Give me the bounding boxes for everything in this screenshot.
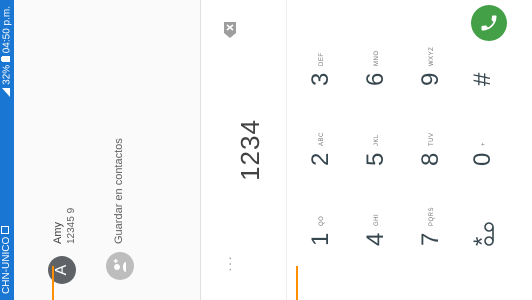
carrier-label: CHN-UNICO <box>1 236 13 294</box>
key-letters: WXYZ <box>429 46 435 66</box>
phone-icon <box>481 15 497 31</box>
key-digit: 0 <box>469 152 496 166</box>
dialpad-key[interactable]: 7 PQRS <box>411 200 451 260</box>
dialpad-key[interactable]: 4 GHI <box>356 200 396 260</box>
clock: 04:50 p.m. <box>1 6 13 54</box>
dialpad-key[interactable]: 6 MNO <box>356 40 396 100</box>
key-letters: DEF <box>319 52 325 67</box>
contact-number: 12345 9 <box>66 207 77 244</box>
key-letters: GHI <box>374 213 380 226</box>
add-contact-icon <box>106 252 134 280</box>
dialpad-key[interactable]: 2 ABC <box>301 120 341 180</box>
key-digit: 8 <box>417 152 444 166</box>
voicemail-button[interactable] <box>471 200 511 260</box>
key-digit: 1 <box>307 232 334 246</box>
dialpad-key[interactable]: 9 WXYZ <box>411 40 451 100</box>
key-digit: 2 <box>307 152 334 166</box>
battery-percent: 32% <box>1 64 13 85</box>
status-left: CHN-UNICO <box>1 226 12 294</box>
dial-divider <box>286 0 287 300</box>
callout-line-right <box>296 266 298 300</box>
notification-icon <box>1 226 12 234</box>
dialpad-pane: ··· 1234 1 QO 2 ABC 3 DEF 4 GHI 5 JKL 6 MNO 7 PQRS 8 TU… <box>201 0 532 300</box>
dialpad-key[interactable]: 1 QO <box>301 200 341 260</box>
dialed-number[interactable]: 1234 <box>235 0 266 300</box>
status-bar: CHN-UNICO 32% 04:50 p.m. <box>0 0 14 300</box>
key-digit: 4 <box>362 232 389 246</box>
contact-name: Amy <box>52 222 64 244</box>
dialpad-key[interactable]: 5 JKL <box>356 120 396 180</box>
key-letters: + <box>481 141 487 146</box>
dialpad-key[interactable]: 0 + <box>463 120 503 180</box>
signal-icon <box>1 87 13 97</box>
key-letters: QO <box>319 215 325 226</box>
phone-screen: CHN-UNICO 32% 04:50 p.m. A Amy 12345 9 G… <box>0 0 532 300</box>
voicemail-icon <box>484 222 494 246</box>
save-contact-label: Guardar en contactos <box>113 138 125 244</box>
key-letters: MNO <box>374 50 380 67</box>
battery-icon <box>1 56 13 63</box>
key-digit: 5 <box>362 152 389 166</box>
key-digit: # <box>469 72 496 86</box>
dialpad-key[interactable]: 8 TUV <box>411 120 451 180</box>
key-digit: 9 <box>417 72 444 86</box>
key-digit: 7 <box>417 232 444 246</box>
key-letters: JKL <box>374 134 380 146</box>
suggestions-pane: A Amy 12345 9 Guardar en contactos <box>14 0 200 300</box>
call-button[interactable] <box>471 5 507 41</box>
key-letters: PQRS <box>429 206 435 226</box>
dialpad-key[interactable]: 3 DEF <box>301 40 341 100</box>
key-digit: 3 <box>307 72 334 86</box>
status-right: 32% 04:50 p.m. <box>1 6 13 97</box>
key-letters: TUV <box>429 132 435 147</box>
key-letters: ABC <box>319 132 325 146</box>
callout-line-left <box>52 266 54 300</box>
screenshot-stage: CHN-UNICO 32% 04:50 p.m. A Amy 12345 9 G… <box>0 0 532 300</box>
dialpad-key[interactable]: # <box>463 40 503 100</box>
backspace-icon[interactable] <box>223 22 236 38</box>
key-digit: 6 <box>362 72 389 86</box>
